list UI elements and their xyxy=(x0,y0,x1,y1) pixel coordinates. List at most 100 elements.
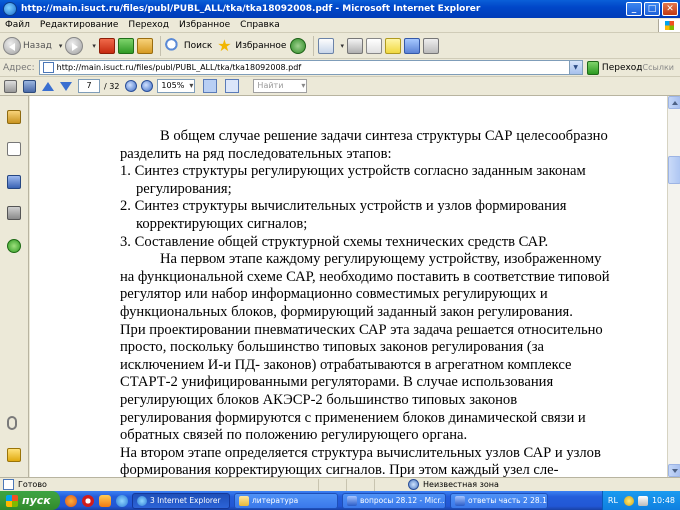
pdf-save-icon[interactable] xyxy=(23,79,36,93)
toolbar-separator xyxy=(159,35,161,56)
mail-icon[interactable] xyxy=(318,37,335,54)
forward-button[interactable] xyxy=(65,36,85,55)
page-total: / 32 xyxy=(104,81,120,91)
star-icon: ★ xyxy=(217,35,232,55)
menu-bar: Файл Редактирование Переход Избранное Сп… xyxy=(0,18,680,33)
standard-toolbar: Назад ▾ ▾ Поиск ★ Избранное ▾ xyxy=(0,33,680,59)
layers-icon[interactable] xyxy=(7,206,21,220)
word-icon xyxy=(347,495,357,506)
refresh-icon[interactable] xyxy=(117,37,134,54)
list-item: 3. Составление общей структурной схемы т… xyxy=(120,233,549,250)
system-tray: RL 10:48 xyxy=(601,491,680,510)
list-item: 2. Синтез структуры вычислительных устро… xyxy=(120,198,567,232)
pdf-document-view[interactable]: В общем случае решение задачи синтеза ст… xyxy=(30,96,667,477)
start-button[interactable]: пуск xyxy=(0,491,60,510)
go-button[interactable]: Переход xyxy=(602,63,643,73)
address-url[interactable]: http://main.isuct.ru/files/publ/PUBL_ALL… xyxy=(57,63,569,72)
status-bar: Готово Неизвестная зона xyxy=(0,477,680,491)
vertical-scrollbar[interactable] xyxy=(667,96,680,477)
stop-icon[interactable] xyxy=(98,37,115,54)
zoom-out-icon[interactable] xyxy=(125,80,138,92)
maximize-button[interactable]: □ xyxy=(644,2,660,16)
forward-arrow-icon xyxy=(65,36,84,55)
ie-quicklaunch-icon[interactable] xyxy=(116,494,128,507)
back-dropdown-icon[interactable]: ▾ xyxy=(59,42,63,50)
internet-zone-icon xyxy=(408,479,419,490)
window-title: http://main.isuct.ru/files/publ/PUBL_ALL… xyxy=(21,4,481,14)
menu-favorites[interactable]: Избранное xyxy=(174,20,235,30)
links-label[interactable]: Ссылки xyxy=(643,63,674,72)
find-input[interactable]: Найти xyxy=(253,79,308,93)
address-dropdown-icon[interactable]: ▼ xyxy=(568,61,582,74)
antivirus-icon[interactable] xyxy=(623,495,634,506)
home-icon[interactable] xyxy=(136,37,153,54)
scroll-down-button[interactable] xyxy=(668,464,680,477)
language-indicator[interactable]: RL xyxy=(608,496,618,505)
taskbar-item-internet-explorer[interactable]: 3 Internet Explorer xyxy=(132,492,230,509)
zoom-in-icon[interactable] xyxy=(141,80,154,92)
history-icon[interactable] xyxy=(290,37,307,54)
pdf-toolbar: 7 / 32 105% Найти xyxy=(0,77,680,96)
word-icon xyxy=(455,495,465,506)
task-label: литература xyxy=(252,496,299,505)
mail-dropdown-icon[interactable]: ▾ xyxy=(340,42,344,50)
pages-icon[interactable] xyxy=(7,142,21,156)
comments-icon[interactable] xyxy=(7,448,21,462)
minimize-button[interactable]: _ xyxy=(626,2,642,16)
taskbar-item-word-1[interactable]: вопросы 28.12 - Micr... xyxy=(342,492,446,509)
menu-edit[interactable]: Редактирование xyxy=(35,20,124,30)
search-icon xyxy=(164,37,181,54)
opera-icon[interactable] xyxy=(82,494,94,507)
menu-help[interactable]: Справка xyxy=(235,20,285,30)
media-player-icon[interactable] xyxy=(99,494,111,507)
page-number-input[interactable]: 7 xyxy=(78,79,100,93)
paragraph: При проектировании пневматических САР эт… xyxy=(120,321,603,444)
attachments-icon[interactable] xyxy=(7,416,17,430)
address-input[interactable]: http://main.isuct.ru/files/publ/PUBL_ALL… xyxy=(38,60,583,75)
previous-page-icon[interactable] xyxy=(42,81,54,91)
scroll-thumb[interactable] xyxy=(668,156,680,184)
search-label: Поиск xyxy=(183,40,213,51)
menu-go[interactable]: Переход xyxy=(123,20,174,30)
zoom-select[interactable]: 105% xyxy=(157,79,196,93)
messenger-icon[interactable] xyxy=(403,37,420,54)
status-text: Готово xyxy=(18,480,47,489)
task-label: ответы часть 2 28.1... xyxy=(468,496,548,505)
status-cell xyxy=(318,478,346,491)
taskbar-item-folder[interactable]: литература xyxy=(234,492,338,509)
menu-file[interactable]: Файл xyxy=(0,20,35,30)
firefox-icon[interactable] xyxy=(65,494,77,507)
document-text: В общем случае решение задачи синтеза ст… xyxy=(120,128,612,477)
forward-dropdown-icon[interactable]: ▾ xyxy=(92,42,96,50)
edit-icon[interactable] xyxy=(365,37,382,54)
clock: 10:48 xyxy=(651,496,675,505)
pdf-navigation-pane xyxy=(0,96,29,477)
back-label: Назад xyxy=(23,40,52,51)
status-cell xyxy=(374,478,402,491)
fit-width-icon[interactable] xyxy=(203,79,218,93)
next-page-icon[interactable] xyxy=(60,81,72,91)
start-label: пуск xyxy=(22,494,51,507)
toolbar-separator xyxy=(313,35,315,56)
paragraph: В общем случае решение задачи синтеза ст… xyxy=(120,128,608,162)
taskbar-item-word-2[interactable]: ответы часть 2 28.1... xyxy=(450,492,548,509)
volume-icon[interactable] xyxy=(637,495,648,506)
pdf-print-icon[interactable] xyxy=(4,79,17,93)
print-icon[interactable] xyxy=(346,37,363,54)
bookmarks-icon[interactable] xyxy=(7,175,21,189)
go-arrow-icon[interactable] xyxy=(586,60,599,75)
help-icon[interactable] xyxy=(7,239,21,253)
close-button[interactable]: ✕ xyxy=(662,2,678,16)
search-button[interactable]: Поиск xyxy=(164,37,213,54)
back-button[interactable]: Назад xyxy=(3,36,52,55)
notes-icon[interactable] xyxy=(384,37,401,54)
task-label: 3 Internet Explorer xyxy=(150,496,221,505)
fit-page-icon[interactable] xyxy=(225,79,240,93)
extension-icon[interactable] xyxy=(422,37,439,54)
favorites-button[interactable]: ★ Избранное xyxy=(216,35,286,55)
zone-text: Неизвестная зона xyxy=(423,480,499,489)
security-lock-icon[interactable] xyxy=(7,110,21,124)
scroll-up-button[interactable] xyxy=(668,96,680,109)
address-bar: Адрес: http://main.isuct.ru/files/publ/P… xyxy=(0,59,680,77)
title-bar: http://main.isuct.ru/files/publ/PUBL_ALL… xyxy=(0,0,680,18)
